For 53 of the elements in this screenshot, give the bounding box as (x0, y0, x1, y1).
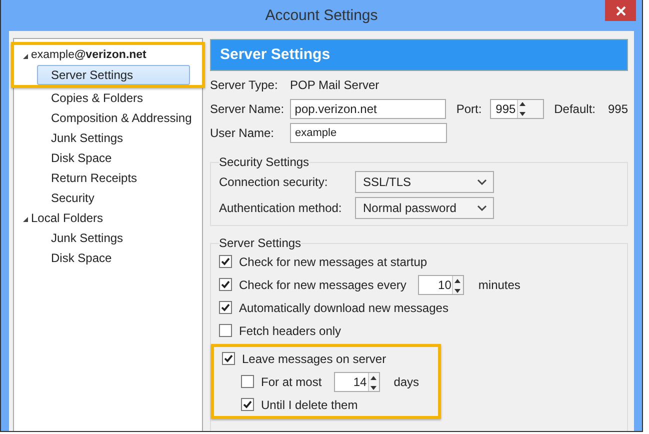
checkbox[interactable] (219, 324, 232, 337)
tree-item[interactable]: Disk Space (37, 148, 123, 168)
unit-label: days (394, 374, 420, 388)
tree-item[interactable]: Disk Space (37, 248, 123, 268)
tree-item[interactable]: Security (37, 188, 106, 208)
group-label: Server Settings (219, 236, 302, 250)
tree-item[interactable]: Copies & Folders (37, 88, 154, 108)
checkbox[interactable] (241, 375, 254, 388)
tree-item[interactable]: Junk Settings (37, 128, 134, 148)
input-field[interactable]: pop.verizon.net (290, 99, 446, 119)
checkbox-label[interactable]: Leave messages on server (242, 352, 386, 366)
close-icon (616, 6, 626, 16)
expand-arrow-icon[interactable] (22, 52, 29, 60)
tree-item[interactable]: Local Folders (31, 211, 104, 225)
checkbox-label[interactable]: For at most (261, 374, 322, 388)
dropdown[interactable]: Normal password (355, 197, 494, 219)
field-label: Default: (554, 102, 596, 116)
tree-item[interactable]: Junk Settings (37, 228, 134, 248)
dropdown[interactable]: SSL/TLS (355, 171, 494, 193)
field-label: Server Type: (210, 78, 279, 92)
group-label: Security Settings (219, 155, 310, 169)
tree-item[interactable]: Return Receipts (37, 168, 148, 188)
unit-label: minutes (478, 278, 520, 292)
section-header: Server Settings (210, 39, 628, 71)
checkbox-label[interactable]: Check for new messages every (239, 278, 406, 292)
checkbox[interactable] (219, 278, 232, 291)
close-button[interactable] (605, 0, 636, 21)
checkbox[interactable] (222, 352, 235, 365)
tree-item[interactable]: Composition & Addressing (37, 108, 203, 128)
chevron-down-icon (477, 179, 487, 185)
field-label: User Name: (210, 126, 276, 140)
checkbox-label[interactable]: Fetch headers only (239, 324, 342, 338)
checkbox[interactable] (241, 398, 254, 411)
checkbox[interactable] (219, 255, 232, 268)
checkbox-label[interactable]: Automatically download new messages (239, 300, 448, 314)
field-label: Port: (456, 102, 483, 116)
checkbox[interactable] (219, 301, 232, 314)
field-label: Connection security: (219, 175, 329, 189)
field-value: 995 (608, 102, 628, 116)
number-spinner[interactable]: 995 (490, 99, 544, 119)
checkbox-label[interactable]: Until I delete them (261, 398, 358, 412)
tree-item[interactable]: example@verizon.net (31, 49, 146, 61)
tree-item[interactable]: Server Settings (37, 65, 190, 85)
expand-arrow-icon[interactable] (22, 216, 29, 222)
field-label: Authentication method: (219, 201, 343, 215)
field-value: POP Mail Server (290, 78, 380, 92)
field-label: Server Name: (210, 102, 286, 116)
input-field[interactable]: example (290, 123, 447, 143)
chevron-down-icon (477, 205, 487, 211)
number-spinner[interactable]: 10 (418, 274, 464, 294)
checkbox-label[interactable]: Check for new messages at startup (239, 254, 428, 268)
number-spinner[interactable]: 14 (334, 372, 380, 392)
window-title: Account Settings (265, 7, 378, 24)
